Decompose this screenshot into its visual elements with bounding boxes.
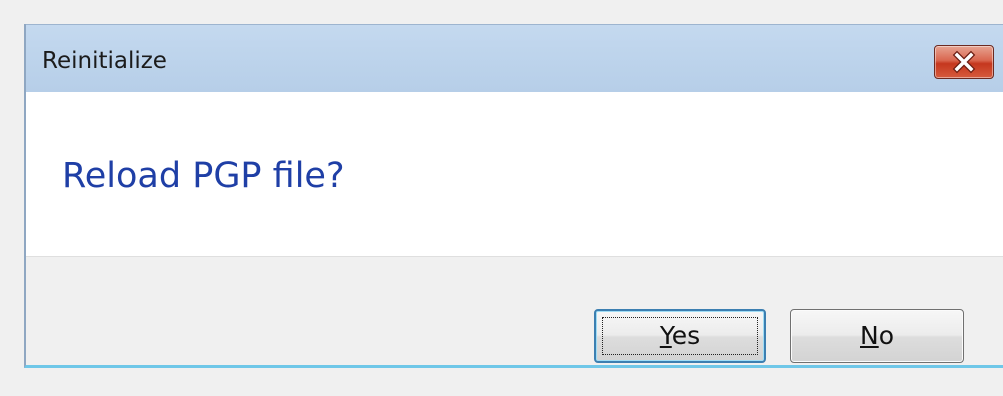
reinitialize-dialog: Reinitialize Reload PGP file? Yes No bbox=[24, 24, 1003, 368]
focus-rectangle bbox=[602, 317, 758, 355]
no-button-label: No bbox=[860, 321, 894, 351]
button-bar: Yes No bbox=[26, 257, 1003, 365]
close-button[interactable] bbox=[934, 45, 994, 79]
message-area: Reload PGP file? bbox=[26, 92, 1003, 257]
title-bar[interactable]: Reinitialize bbox=[26, 24, 1003, 93]
no-mnemonic: N bbox=[860, 321, 879, 350]
no-label-rest: o bbox=[878, 321, 894, 350]
window-title: Reinitialize bbox=[42, 48, 167, 74]
no-button[interactable]: No bbox=[790, 309, 964, 363]
close-icon bbox=[952, 50, 976, 74]
message-text: Reload PGP file? bbox=[62, 156, 345, 196]
yes-button[interactable]: Yes bbox=[594, 309, 766, 363]
